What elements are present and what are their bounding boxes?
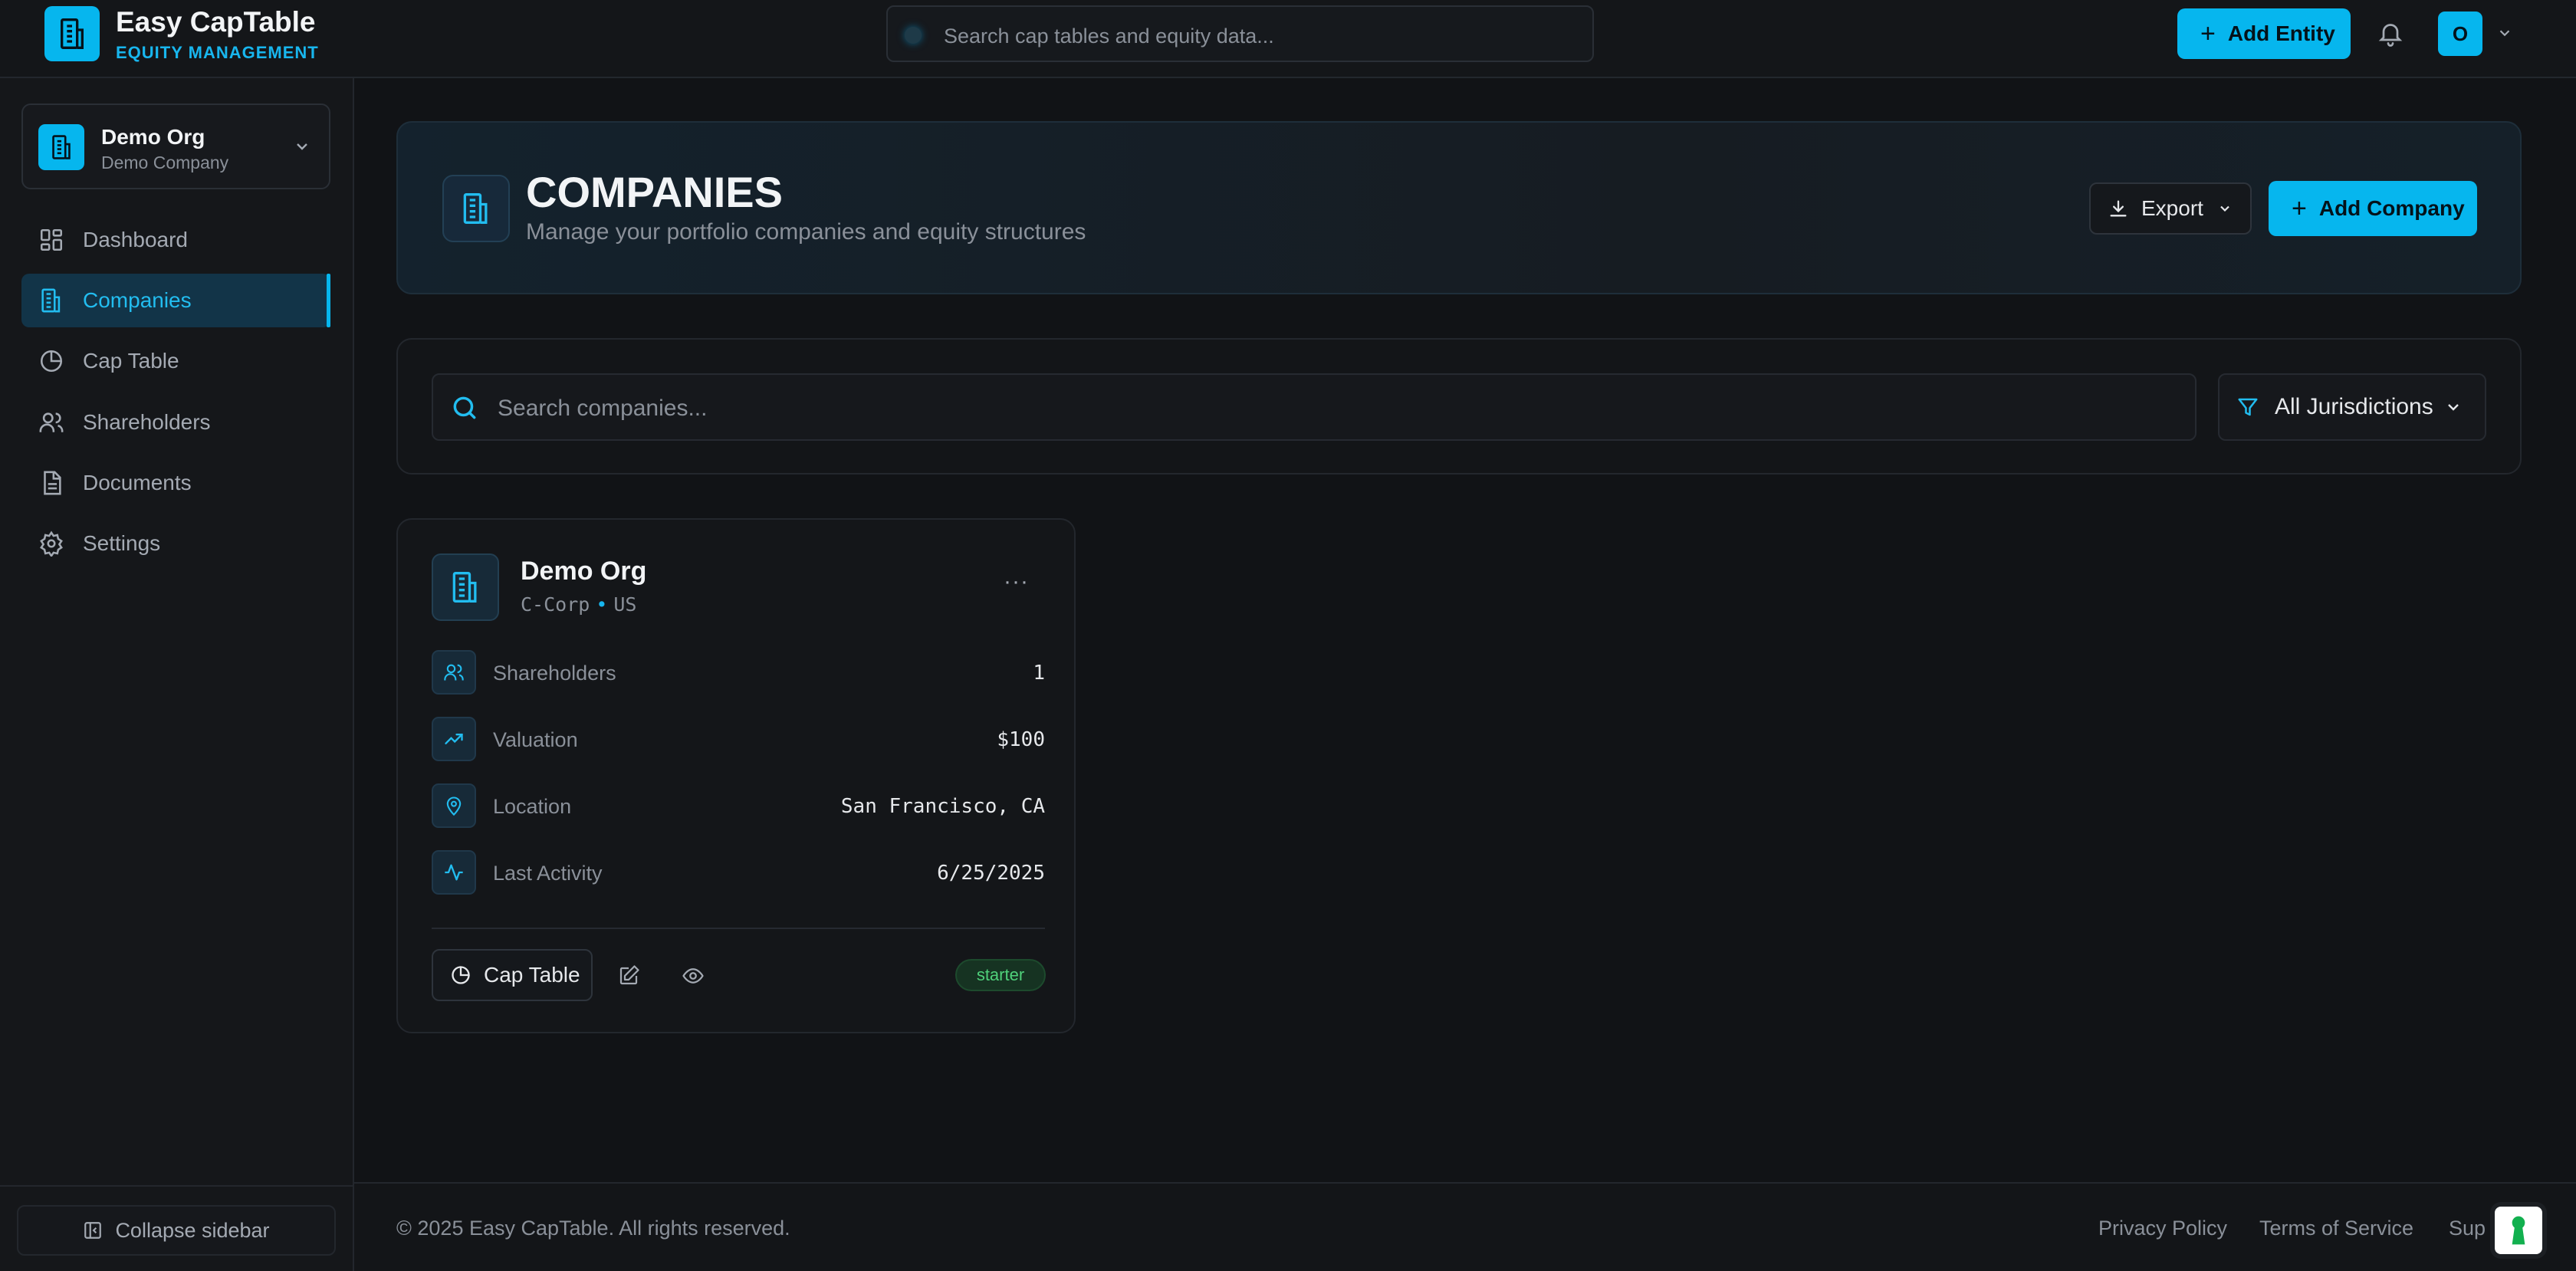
sidebar-item-label: Documents	[83, 471, 192, 494]
building-icon	[432, 553, 499, 621]
bell-icon[interactable]	[2377, 18, 2404, 48]
sidebar: Demo Org Demo Company Dashboard Companie…	[0, 78, 354, 1271]
dashboard-icon	[38, 227, 64, 253]
global-search-input[interactable]: Search cap tables and equity data...	[886, 5, 1594, 62]
stat-value: 1	[1033, 662, 1045, 685]
activity-icon	[432, 850, 476, 895]
brand-subtitle: EQUITY MANAGEMENT	[116, 43, 319, 62]
company-card[interactable]: Demo Org C-Corp • US ··· Shareholders 1 Va…	[396, 518, 1076, 1033]
company-search-input[interactable]: Search companies...	[432, 373, 2196, 441]
plus-icon: +	[2292, 194, 2307, 223]
sidebar-item-cap-table[interactable]: Cap Table	[21, 334, 330, 388]
building-icon	[442, 175, 510, 242]
terms-of-service-link[interactable]: Terms of Service	[2259, 1217, 2413, 1240]
brand-title: Easy CapTable	[116, 6, 316, 38]
page-header: COMPANIES Manage your portfolio companie…	[396, 121, 2522, 294]
pie-chart-icon	[38, 348, 64, 374]
eye-icon[interactable]	[682, 964, 705, 987]
stat-label: Location	[493, 795, 572, 818]
stat-label: Valuation	[493, 728, 578, 751]
sidebar-item-settings[interactable]: Settings	[21, 517, 330, 570]
filter-panel: Search companies... All Jurisdictions	[396, 338, 2522, 475]
trending-up-icon	[432, 717, 476, 761]
stat-value: San Francisco, CA	[840, 795, 1045, 818]
chevron-down-icon[interactable]	[2496, 25, 2513, 41]
search-icon	[905, 27, 922, 44]
stat-label: Last Activity	[493, 862, 603, 885]
add-entity-button[interactable]: + Add Entity	[2177, 8, 2351, 59]
company-search-placeholder: Search companies...	[498, 396, 708, 421]
sidebar-item-documents[interactable]: Documents	[21, 456, 330, 510]
help-widget-button[interactable]	[2495, 1207, 2542, 1254]
users-icon	[432, 650, 476, 695]
org-name: Demo Org	[101, 125, 205, 149]
plan-badge: starter	[955, 959, 1046, 991]
entity-type: C-Corp	[521, 593, 590, 616]
privacy-policy-link[interactable]: Privacy Policy	[2098, 1217, 2227, 1240]
global-search-placeholder: Search cap tables and equity data...	[944, 25, 1274, 48]
plus-icon: +	[2200, 19, 2216, 48]
sidebar-item-dashboard[interactable]: Dashboard	[21, 213, 330, 267]
sidebar-footer: Collapse sidebar	[0, 1185, 353, 1271]
download-icon	[2108, 198, 2129, 219]
cap-table-label: Cap Table	[484, 963, 580, 987]
stat-row-last-activity: Last Activity 6/25/2025	[432, 850, 1045, 896]
stat-row-shareholders: Shareholders 1	[432, 650, 1045, 696]
add-company-label: Add Company	[2318, 196, 2465, 220]
pie-chart-icon	[450, 964, 472, 986]
collapse-sidebar-label: Collapse sidebar	[115, 1218, 270, 1242]
building-icon	[38, 287, 64, 314]
cap-table-button[interactable]: Cap Table	[432, 949, 593, 1001]
sidebar-item-shareholders[interactable]: Shareholders	[21, 396, 330, 449]
page-subtitle: Manage your portfolio companies and equi…	[526, 219, 1086, 245]
top-bar: Easy CapTable EQUITY MANAGEMENT Search c…	[0, 0, 2576, 78]
copyright-text: © 2025 Easy CapTable. All rights reserve…	[396, 1217, 790, 1240]
card-divider	[432, 928, 1045, 929]
sidebar-collapse-icon	[83, 1220, 115, 1240]
company-country: US	[613, 593, 637, 616]
sidebar-item-label: Dashboard	[83, 228, 188, 251]
stat-row-location: Location San Francisco, CA	[432, 783, 1045, 829]
export-button[interactable]: Export	[2089, 182, 2252, 235]
export-label: Export	[2141, 196, 2203, 220]
keyhole-icon	[2507, 1215, 2530, 1246]
jurisdiction-label: All Jurisdictions	[2275, 394, 2433, 419]
stat-value: 6/25/2025	[937, 862, 1045, 885]
map-pin-icon	[432, 783, 476, 828]
company-meta: C-Corp • US	[521, 593, 636, 616]
users-icon	[38, 409, 64, 435]
collapse-sidebar-button[interactable]: Collapse sidebar	[17, 1205, 336, 1256]
sidebar-item-label: Shareholders	[83, 410, 211, 434]
stat-label: Shareholders	[493, 662, 616, 685]
user-avatar[interactable]: O	[2438, 11, 2482, 56]
company-name: Demo Org	[521, 557, 647, 586]
stat-value: $100	[997, 728, 1045, 751]
footer: © 2025 Easy CapTable. All rights reserve…	[354, 1182, 2576, 1271]
jurisdiction-select[interactable]: All Jurisdictions	[2218, 373, 2486, 441]
sidebar-item-companies[interactable]: Companies	[21, 274, 330, 327]
chevron-down-icon	[293, 137, 311, 156]
more-options-icon[interactable]: ···	[1004, 569, 1029, 595]
document-icon	[38, 470, 64, 496]
brand-logo-icon[interactable]	[44, 6, 100, 61]
building-icon	[38, 124, 84, 170]
search-icon	[450, 393, 479, 422]
sidebar-item-label: Cap Table	[83, 349, 179, 373]
org-subtitle: Demo Company	[101, 153, 229, 172]
sidebar-item-label: Settings	[83, 531, 161, 555]
add-company-button[interactable]: + Add Company	[2269, 181, 2477, 236]
org-switcher[interactable]: Demo Org Demo Company	[21, 103, 330, 189]
support-link[interactable]: Sup	[2449, 1217, 2486, 1240]
chevron-down-icon	[2444, 398, 2463, 416]
chevron-down-icon	[2217, 201, 2233, 216]
add-entity-label: Add Entity	[2227, 21, 2335, 45]
stat-row-valuation: Valuation $100	[432, 717, 1045, 763]
page-title: COMPANIES	[526, 168, 783, 216]
bullet-separator: •	[596, 593, 608, 616]
edit-icon[interactable]	[617, 964, 640, 987]
gear-icon	[38, 530, 64, 557]
filter-icon	[2236, 396, 2259, 419]
sidebar-item-label: Companies	[83, 288, 192, 312]
